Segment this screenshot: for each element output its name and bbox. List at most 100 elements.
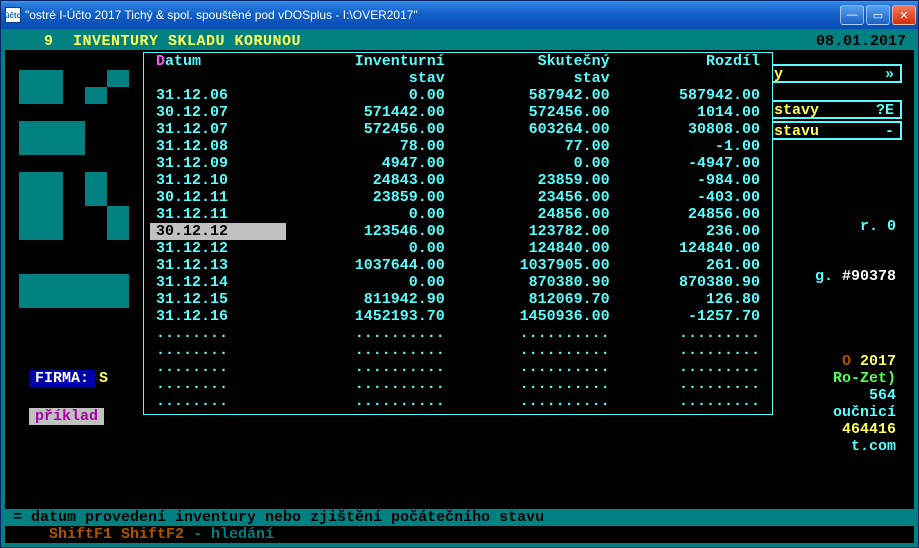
cell: 1452193.70 [286,308,451,325]
table-row-empty[interactable]: ..................................... [150,393,766,410]
table-row[interactable]: 31.12.140.00870380.90870380.90 [150,274,766,291]
header-title: INVENTURY SKLADU KORUNOU [73,33,816,50]
menu-item[interactable]: y» [772,64,902,83]
cell: 30.12.11 [150,189,286,206]
cell: 0.00 [286,274,451,291]
cell: 870380.90 [451,274,616,291]
cell: -403.00 [616,189,766,206]
cell: 23859.00 [451,172,616,189]
cell: 4947.00 [286,155,451,172]
table-row[interactable]: 30.12.12123546.00123782.00236.00 [150,223,766,240]
priklad-badge: příklad [29,408,104,425]
cell: 31.12.08 [150,138,286,155]
table-row-empty[interactable]: ..................................... [150,325,766,342]
col-actual: Skutečnýstav [451,53,616,87]
header-bar: 9 INVENTURY SKLADU KORUNOU 08.01.2017 [5,33,914,50]
info-fragment: 464416 [842,421,896,438]
app-window: účto "ostré I-Účto 2017 Tichý & spol. sp… [0,0,919,548]
table-row[interactable]: 31.12.15811942.90812069.70126.80 [150,291,766,308]
cell: 571442.00 [286,104,451,121]
cell: 31.12.11 [150,206,286,223]
maximize-button[interactable]: ▭ [866,5,890,25]
cell: 812069.70 [451,291,616,308]
info-fragment: oučnicí [833,404,896,421]
cell: 0.00 [451,155,616,172]
right-menu: y» [772,64,902,85]
inventory-table[interactable]: Datum Inventurnístav Skutečnýstav Rozdíl… [150,53,766,410]
cell: 870380.90 [616,274,766,291]
cell: 572456.00 [451,104,616,121]
cell: 0.00 [286,206,451,223]
cell: 31.12.12 [150,240,286,257]
cell: 30.12.07 [150,104,286,121]
cell: -4947.00 [616,155,766,172]
table-row[interactable]: 31.12.161452193.701450936.00-1257.70 [150,308,766,325]
cell: 24843.00 [286,172,451,189]
table-row[interactable]: 30.12.1123859.0023456.00-403.00 [150,189,766,206]
close-button[interactable]: ✕ [892,5,916,25]
cell: 603264.00 [451,121,616,138]
cell: 31.12.15 [150,291,286,308]
info-fragment: 564 [869,387,896,404]
cell: 78.00 [286,138,451,155]
cell: 0.00 [286,87,451,104]
inventory-popup: Datum Inventurnístav Skutečnýstav Rozdíl… [143,52,773,415]
col-diff: Rozdíl [616,53,766,87]
cell: 124840.00 [616,240,766,257]
table-row-empty[interactable]: ..................................... [150,359,766,376]
cell: -1.00 [616,138,766,155]
cell: 123546.00 [286,223,451,240]
table-row[interactable]: 31.12.131037644.001037905.00261.00 [150,257,766,274]
minimize-button[interactable]: — [840,5,864,25]
window-title: "ostré I-Účto 2017 Tichý & spol. spouště… [25,8,840,22]
cell: 236.00 [616,223,766,240]
col-date: Datum [150,53,286,87]
cell: 0.00 [286,240,451,257]
table-row[interactable]: 31.12.0878.0077.00-1.00 [150,138,766,155]
firma-label: FIRMA: [29,370,95,387]
table-row[interactable]: 31.12.060.00587942.00587942.00 [150,87,766,104]
cell: 811942.90 [286,291,451,308]
cell: 1037905.00 [451,257,616,274]
cell: 24856.00 [616,206,766,223]
menu-item[interactable]: stavu- [772,121,902,140]
menu-item[interactable]: stavy?E [772,100,902,119]
app-icon: účto [5,7,21,23]
dos-screen: 9 INVENTURY SKLADU KORUNOU 08.01.2017 [1,29,918,547]
cell: 31.12.07 [150,121,286,138]
cell: 123782.00 [451,223,616,240]
info-fragment: g. #90378 [815,268,896,285]
cell: 1014.00 [616,104,766,121]
col-inventory: Inventurnístav [286,53,451,87]
cell: 30.12.12 [150,223,286,240]
hint-bar: = datum provedení inventury nebo zjištěn… [5,509,914,526]
table-row[interactable]: 31.12.120.00124840.00124840.00 [150,240,766,257]
table-row-empty[interactable]: ..................................... [150,342,766,359]
cell: 587942.00 [616,87,766,104]
cell: 31.12.06 [150,87,286,104]
cell: 31.12.09 [150,155,286,172]
table-row[interactable]: 30.12.07571442.00572456.001014.00 [150,104,766,121]
info-fragment: r. 0 [860,218,896,235]
table-row[interactable]: 31.12.07572456.00603264.0030808.00 [150,121,766,138]
cell: 31.12.10 [150,172,286,189]
firma-value: S [95,370,108,387]
titlebar[interactable]: účto "ostré I-Účto 2017 Tichý & spol. sp… [1,1,918,29]
cell: 30808.00 [616,121,766,138]
cell: 31.12.13 [150,257,286,274]
cell: -984.00 [616,172,766,189]
table-row[interactable]: 31.12.110.0024856.0024856.00 [150,206,766,223]
table-row[interactable]: 31.12.1024843.0023859.00-984.00 [150,172,766,189]
firma-row: FIRMA: S [29,370,108,387]
cell: 31.12.16 [150,308,286,325]
cell: 124840.00 [451,240,616,257]
cell: 261.00 [616,257,766,274]
table-row-empty[interactable]: ..................................... [150,376,766,393]
cell: 126.80 [616,291,766,308]
info-fragment: t.com [851,438,896,455]
table-row[interactable]: 31.12.094947.000.00-4947.00 [150,155,766,172]
cell: 23859.00 [286,189,451,206]
cell: 24856.00 [451,206,616,223]
cell: 572456.00 [286,121,451,138]
info-fragment: O 2017 [842,353,896,370]
